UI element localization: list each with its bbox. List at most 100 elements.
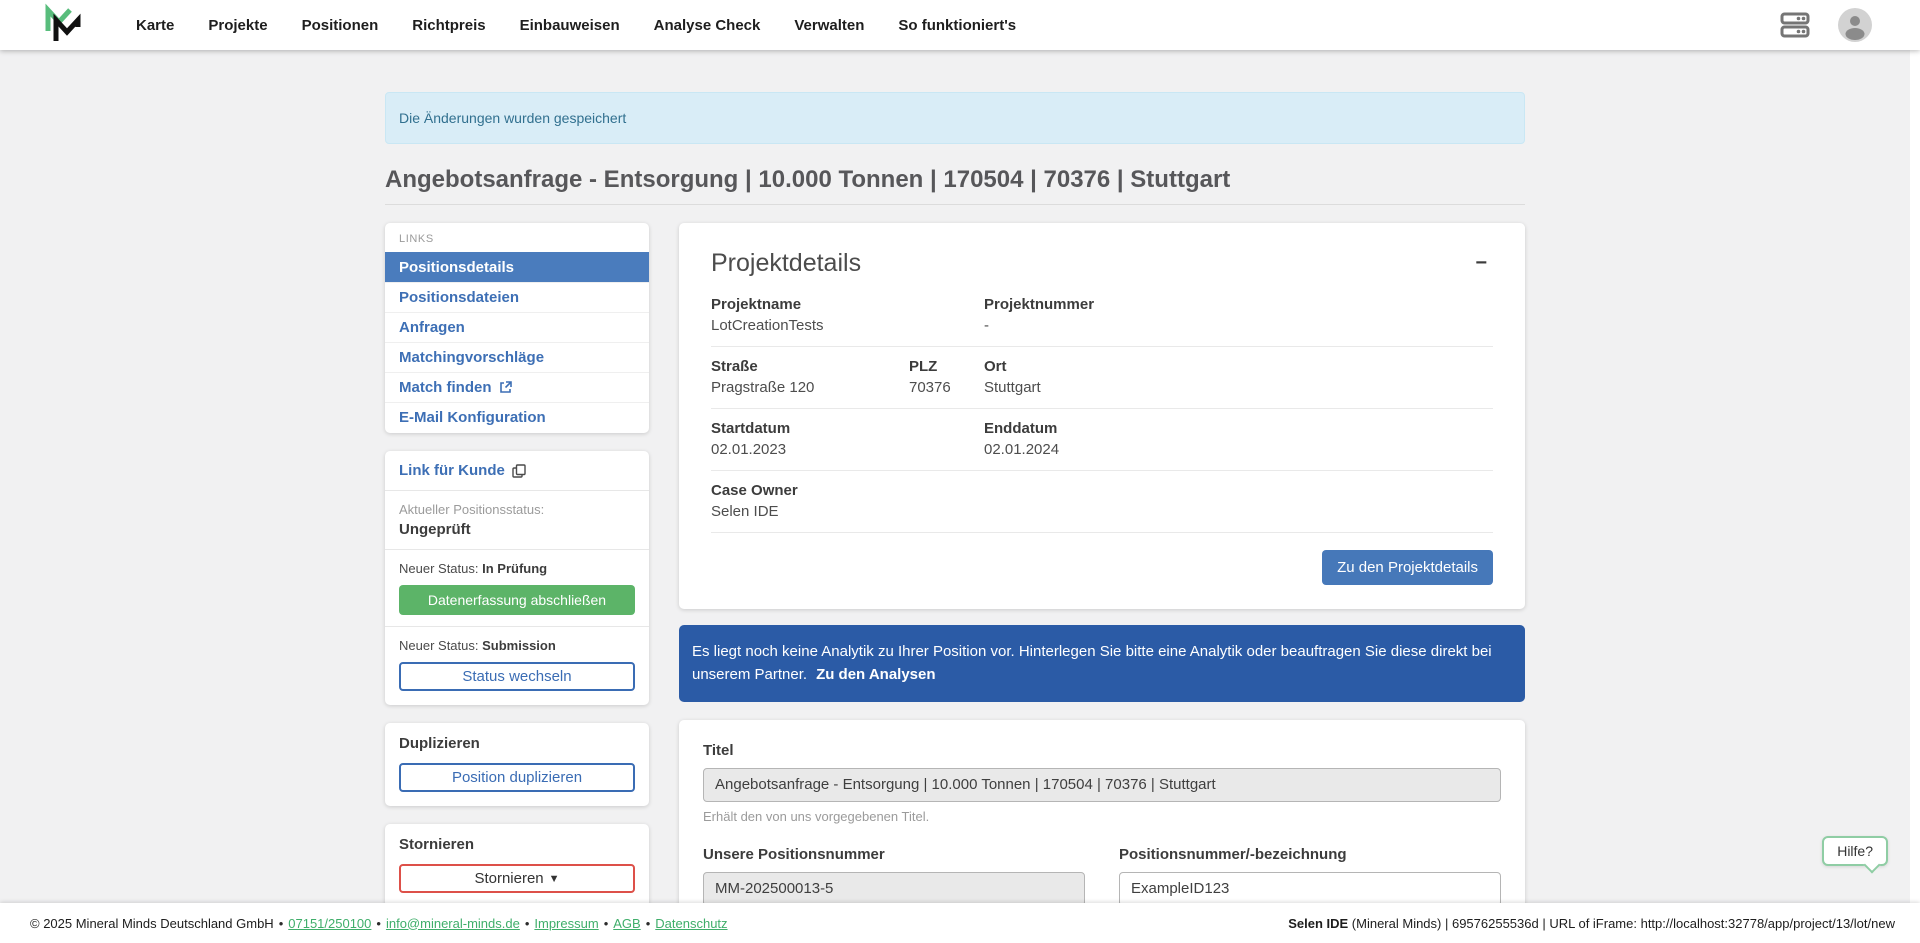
links-card: LINKS Positionsdetails Positionsdateien … (385, 223, 649, 433)
footer-link-email[interactable]: info@mineral-minds.de (386, 916, 520, 931)
new-status-value: In Prüfung (482, 561, 547, 576)
field-value: Pragstraße 120 (711, 379, 909, 396)
nav-item-projekte[interactable]: Projekte (208, 17, 267, 34)
nav-item-richtpreis[interactable]: Richtpreis (412, 17, 485, 34)
external-link-icon (499, 381, 512, 394)
caret-down-icon: ▼ (549, 873, 560, 885)
alert-text: Die Änderungen wurden gespeichert (399, 110, 626, 126)
sidebar-item-anfragen[interactable]: Anfragen (385, 312, 649, 342)
customer-link[interactable]: Link für Kunde (399, 462, 526, 479)
logo-icon (40, 3, 84, 47)
banner-text: Es liegt noch keine Analytik zu Ihrer Po… (692, 643, 1492, 683)
project-details-heading: Projektdetails (711, 249, 861, 278)
footer-link-impressum[interactable]: Impressum (534, 916, 598, 931)
status-card: Link für Kunde Aktueller Positionsstatus… (385, 451, 649, 705)
current-status-value: Ungeprüft (399, 521, 635, 538)
field-startdatum: Startdatum 02.01.2023 (711, 420, 984, 458)
new-status-1: Neuer Status: In Prüfung (399, 561, 635, 576)
field-value: Selen IDE (711, 503, 984, 520)
go-to-project-details-button[interactable]: Zu den Projektdetails (1322, 550, 1493, 585)
divider (385, 626, 649, 627)
sidebar-item-positionsdateien[interactable]: Positionsdateien (385, 282, 649, 312)
new-status-label: Neuer Status: (399, 561, 479, 576)
field-projektnummer: Projektnummer - (984, 296, 1493, 334)
titel-input (703, 768, 1501, 802)
customer-link-label: Link für Kunde (399, 462, 505, 479)
avatar (1838, 8, 1872, 42)
sidebar-item-label: Matchingvorschläge (399, 349, 544, 366)
sidebar-item-positionsdetails[interactable]: Positionsdetails (385, 252, 649, 282)
footer-left: © 2025 Mineral Minds Deutschland GmbH • … (30, 916, 728, 931)
duplicate-header: Duplizieren (399, 735, 635, 752)
field-value: 70376 (909, 379, 984, 396)
divider (385, 490, 649, 491)
divider (385, 549, 649, 550)
field-plz: PLZ 70376 (909, 358, 984, 396)
save-success-alert: Die Änderungen wurden gespeichert (385, 92, 1525, 144)
field-label: Enddatum (984, 420, 1493, 437)
custom-position-number-column: Positionsnummer/-bezeichnung Z.B. Intern… (1119, 846, 1501, 904)
field-strasse: Straße Pragstraße 120 (711, 358, 909, 396)
sidebar: LINKS Positionsdetails Positionsdateien … (385, 223, 649, 903)
top-navbar: Karte Projekte Positionen Richtpreis Ein… (0, 0, 1920, 50)
project-details-card: Projektdetails − Projektname LotCreation… (679, 223, 1525, 609)
nav-item-karte[interactable]: Karte (136, 17, 174, 34)
sidebar-item-label: Positionsdateien (399, 289, 519, 306)
mineral-minds-logo[interactable] (40, 3, 84, 47)
title-divider (385, 204, 1525, 205)
cancel-dropdown-button[interactable]: Stornieren▼ (399, 864, 635, 893)
sidebar-item-matchingvorschlaege[interactable]: Matchingvorschläge (385, 342, 649, 372)
session-details: (Mineral Minds) | 69576255536d | URL of … (1348, 916, 1895, 931)
project-row-dates: Startdatum 02.01.2023 Enddatum 02.01.202… (711, 409, 1493, 471)
sidebar-item-email-konfiguration[interactable]: E-Mail Konfiguration (385, 402, 649, 432)
field-label: Case Owner (711, 482, 984, 499)
separator: • (646, 916, 651, 931)
position-form-card: Titel Erhält den von uns vorgegebenen Ti… (679, 720, 1525, 904)
user-avatar-icon[interactable] (1838, 8, 1872, 42)
field-value: Stuttgart (984, 379, 1493, 396)
collapse-icon[interactable]: − (1469, 249, 1493, 277)
duplicate-card: Duplizieren Position duplizieren (385, 723, 649, 806)
field-label: PLZ (909, 358, 984, 375)
sidebar-item-label: Anfragen (399, 319, 465, 336)
our-position-number-label: Unsere Positionsnummer (703, 846, 1085, 863)
our-position-number-input (703, 872, 1085, 904)
field-label: Startdatum (711, 420, 984, 437)
field-ort: Ort Stuttgart (984, 358, 1493, 396)
field-projektname: Projektname LotCreationTests (711, 296, 984, 334)
custom-position-number-input[interactable] (1119, 872, 1501, 904)
field-value: 02.01.2024 (984, 441, 1493, 458)
scrollbar-track[interactable] (1910, 50, 1920, 903)
switch-status-button[interactable]: Status wechseln (399, 662, 635, 691)
titel-label: Titel (703, 742, 1501, 759)
nav-item-so-funktionierts[interactable]: So funktioniert's (898, 17, 1016, 34)
sidebar-item-label: E-Mail Konfiguration (399, 409, 546, 426)
field-value: LotCreationTests (711, 317, 984, 334)
duplicate-position-button[interactable]: Position duplizieren (399, 763, 635, 792)
field-label: Ort (984, 358, 1493, 375)
field-label: Straße (711, 358, 909, 375)
project-row-owner: Case Owner Selen IDE (711, 471, 1493, 533)
help-button[interactable]: Hilfe? (1822, 836, 1888, 866)
footer-link-datenschutz[interactable]: Datenschutz (655, 916, 727, 931)
project-row-address: Straße Pragstraße 120 PLZ 70376 Ort Stut… (711, 347, 1493, 409)
nav-item-positionen[interactable]: Positionen (302, 17, 379, 34)
main-column: Projektdetails − Projektname LotCreation… (679, 223, 1525, 903)
sidebar-item-label: Positionsdetails (399, 259, 514, 276)
footer-link-phone[interactable]: 07151/250100 (288, 916, 371, 931)
sidebar-item-label: Match finden (399, 379, 492, 396)
sidebar-item-match-finden[interactable]: Match finden (385, 372, 649, 402)
nav-item-einbauweisen[interactable]: Einbauweisen (520, 17, 620, 34)
footer-link-agb[interactable]: AGB (613, 916, 640, 931)
current-status-label: Aktueller Positionsstatus: (399, 502, 635, 517)
card-reader-icon[interactable] (1778, 10, 1812, 40)
complete-data-entry-button[interactable]: Datenerfassung abschließen (399, 585, 635, 615)
main-nav: Karte Projekte Positionen Richtpreis Ein… (136, 17, 1016, 34)
nav-item-analyse-check[interactable]: Analyse Check (654, 17, 761, 34)
nav-item-verwalten[interactable]: Verwalten (794, 17, 864, 34)
go-to-analyses-link[interactable]: Zu den Analysen (816, 666, 935, 683)
new-status-2: Neuer Status: Submission (399, 638, 635, 653)
field-case-owner: Case Owner Selen IDE (711, 482, 984, 520)
separator: • (525, 916, 530, 931)
navbar-right (1778, 8, 1872, 42)
